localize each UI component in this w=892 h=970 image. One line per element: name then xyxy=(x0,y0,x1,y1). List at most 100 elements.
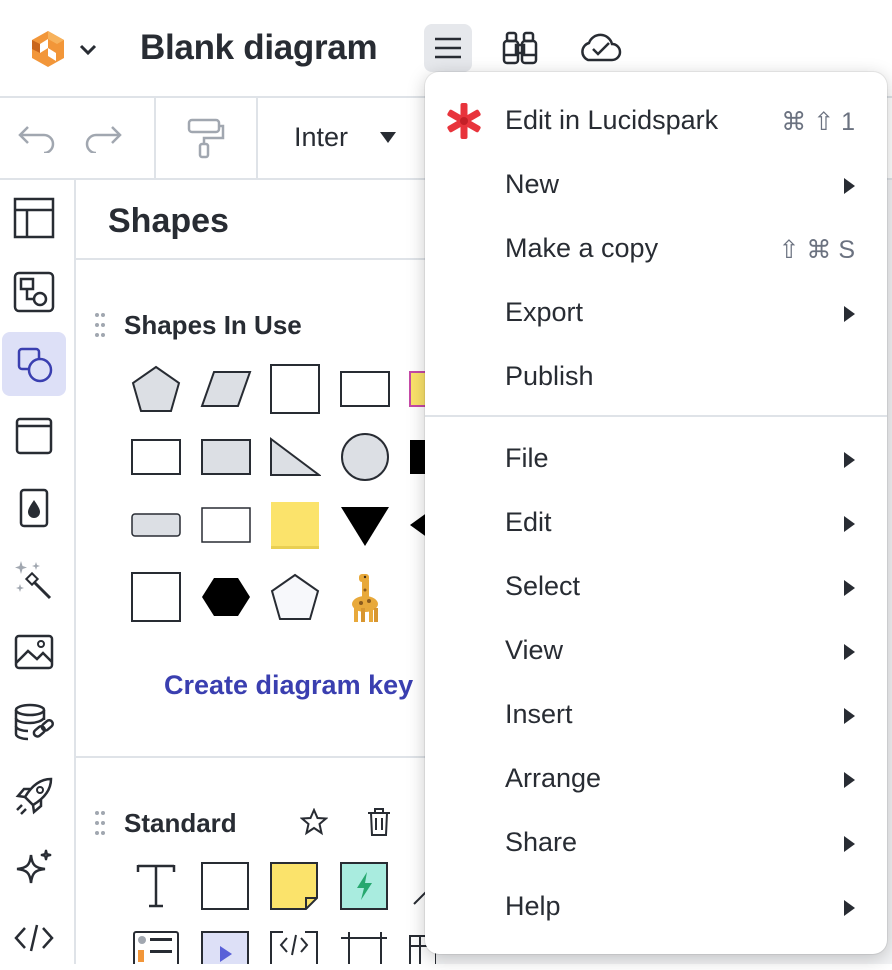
code-icon xyxy=(14,924,54,952)
menu-item-select[interactable]: Select xyxy=(425,555,887,619)
styles-button[interactable] xyxy=(2,476,66,540)
menu-item-label: Edit xyxy=(505,507,552,537)
menu-item-label: Make a copy xyxy=(505,233,659,263)
ai-tools-button[interactable] xyxy=(2,548,66,612)
diagram-as-code-button[interactable] xyxy=(2,260,66,324)
lucidspark-icon xyxy=(447,103,481,139)
section-title: Shapes In Use xyxy=(124,310,302,340)
shapes-panel: Shapes Shapes In Use Create diagram key xyxy=(76,180,436,964)
square-shape[interactable] xyxy=(269,364,321,414)
keyboard-shortcut: ⇧ ⌘ S xyxy=(778,236,855,264)
menu-item-label: Export xyxy=(505,297,584,327)
menu-item-export[interactable]: Export xyxy=(425,281,887,345)
ai-assistant-button[interactable] xyxy=(2,836,66,900)
color-drop-icon xyxy=(19,488,49,528)
rocket-icon xyxy=(15,777,53,815)
menu-item-insert[interactable]: Insert xyxy=(425,683,887,747)
rectangle-shape[interactable] xyxy=(200,500,252,550)
block-shape[interactable] xyxy=(200,860,252,912)
redo-icon[interactable] xyxy=(82,120,126,156)
submenu-arrow-icon xyxy=(844,306,855,322)
right-triangle-shape[interactable] xyxy=(269,432,321,482)
menu-item-share[interactable]: Share xyxy=(425,811,887,875)
menu-item-label: New xyxy=(505,169,560,199)
list-shape[interactable] xyxy=(132,930,182,964)
menu-item-make-a-copy[interactable]: Make a copy ⇧ ⌘ S xyxy=(425,217,887,281)
star-icon[interactable] xyxy=(300,808,328,836)
create-diagram-key-link[interactable]: Create diagram key xyxy=(164,670,413,701)
action-shape[interactable] xyxy=(339,860,391,912)
sticky-note-shape[interactable] xyxy=(269,500,321,550)
developer-button[interactable] xyxy=(2,906,66,970)
menu-item-label: Help xyxy=(505,891,561,921)
left-rail xyxy=(0,180,76,964)
panel-title: Shapes xyxy=(108,202,229,240)
sparkle-icon xyxy=(16,849,52,884)
frames-button[interactable] xyxy=(2,404,66,468)
menu-item-help[interactable]: Help xyxy=(425,875,887,939)
rectangle-shape[interactable] xyxy=(130,432,182,482)
submenu-arrow-icon xyxy=(844,900,855,916)
menu-item-edit-in-lucidspark[interactable]: Edit in Lucidspark ⌘ ⇧ 1 xyxy=(425,89,887,153)
data-linking-button[interactable] xyxy=(2,692,66,756)
trash-icon[interactable] xyxy=(366,807,392,837)
drag-handle-icon[interactable] xyxy=(94,810,106,836)
table-shape[interactable] xyxy=(339,930,391,964)
toolbar-divider xyxy=(256,98,258,180)
section-title: Standard xyxy=(124,808,237,838)
font-family-select[interactable]: Inter xyxy=(294,122,348,153)
menu-item-edit[interactable]: Edit xyxy=(425,491,887,555)
menu-item-label: View xyxy=(505,635,564,665)
hamburger-menu-button[interactable] xyxy=(424,24,472,72)
text-shape[interactable] xyxy=(134,862,178,910)
chevron-down-icon[interactable] xyxy=(76,38,100,62)
menu-item-file[interactable]: File xyxy=(425,427,887,491)
images-button[interactable] xyxy=(2,620,66,684)
menu-divider xyxy=(425,415,887,417)
sticky-note-shape[interactable] xyxy=(269,860,321,912)
integrations-button[interactable] xyxy=(2,764,66,828)
parallelogram-shape[interactable] xyxy=(200,364,252,414)
pentagon-shape[interactable] xyxy=(269,572,321,622)
menu-item-label: Select xyxy=(505,571,581,601)
database-link-icon xyxy=(14,703,54,741)
caret-down-icon[interactable] xyxy=(380,132,396,143)
toolbar-divider xyxy=(154,98,156,180)
rounded-rectangle-shape[interactable] xyxy=(130,500,182,550)
binoculars-icon[interactable] xyxy=(500,28,540,68)
lucid-logo-icon[interactable] xyxy=(26,28,70,70)
document-title[interactable]: Blank diagram xyxy=(140,28,378,68)
circle-shape[interactable] xyxy=(339,432,391,482)
pentagon-shape[interactable] xyxy=(130,364,182,414)
hamburger-icon xyxy=(435,37,461,59)
submenu-arrow-icon xyxy=(844,772,855,788)
submenu-arrow-icon xyxy=(844,516,855,532)
submenu-arrow-icon xyxy=(844,836,855,852)
menu-item-label: File xyxy=(505,443,549,473)
gray-rectangle-shape[interactable] xyxy=(200,432,252,482)
templates-button[interactable] xyxy=(2,186,66,250)
video-shape[interactable] xyxy=(200,930,252,964)
magic-wand-icon xyxy=(15,561,52,600)
panel-divider xyxy=(76,258,436,260)
hexagon-shape[interactable] xyxy=(200,572,252,622)
paint-roller-icon[interactable] xyxy=(184,116,228,160)
triangle-down-shape[interactable] xyxy=(339,500,391,550)
rectangle-shape[interactable] xyxy=(339,364,391,414)
menu-item-publish[interactable]: Publish xyxy=(425,345,887,409)
menu-item-new[interactable]: New xyxy=(425,153,887,217)
giraffe-icon[interactable] xyxy=(339,570,391,624)
code-block-shape[interactable] xyxy=(269,930,321,964)
submenu-arrow-icon xyxy=(844,644,855,660)
menu-item-label: Insert xyxy=(505,699,573,729)
drag-handle-icon[interactable] xyxy=(94,312,106,338)
square-shape[interactable] xyxy=(130,572,182,622)
shapes-button[interactable] xyxy=(2,332,66,396)
shapes-icon xyxy=(17,347,53,383)
image-icon xyxy=(14,634,54,670)
undo-icon[interactable] xyxy=(14,120,58,156)
menu-item-arrange[interactable]: Arrange xyxy=(425,747,887,811)
menu-item-view[interactable]: View xyxy=(425,619,887,683)
layout-icon xyxy=(13,197,55,239)
cloud-check-icon[interactable] xyxy=(578,30,622,66)
